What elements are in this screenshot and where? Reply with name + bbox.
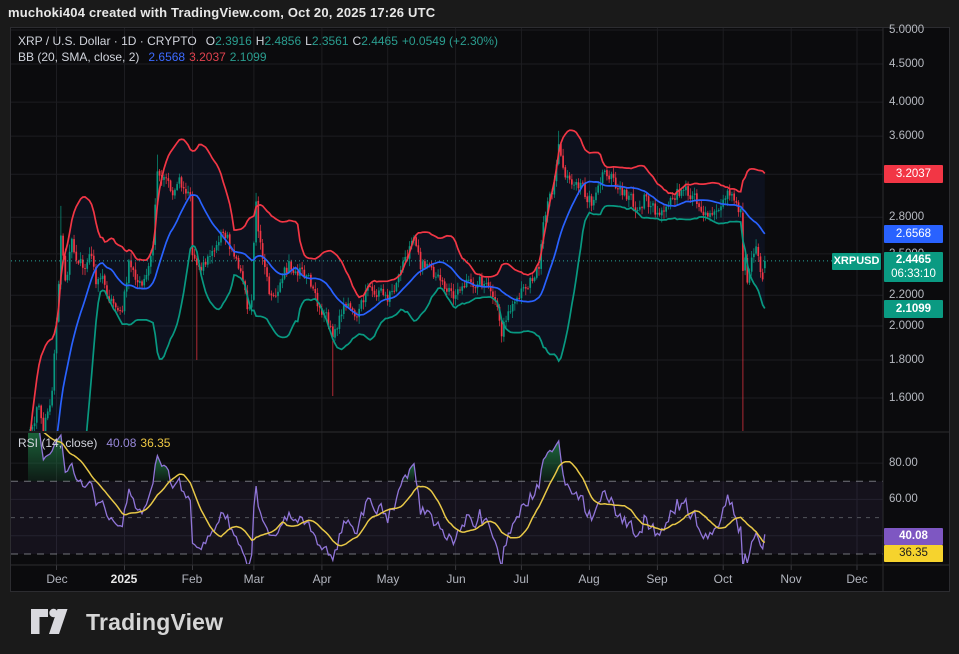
time-tick-label: Apr (290, 572, 354, 587)
last-price-badge: 2.4465 06:33:10 (884, 252, 943, 282)
price-tick-label: 4.5000 (889, 57, 924, 71)
ohlc-high-value: 2.4856 (264, 34, 301, 48)
time-tick-label: Jul (489, 572, 553, 587)
time-tick-label: Nov (759, 572, 823, 587)
change-value: +0.0549 (+2.30%) (402, 34, 498, 48)
last-price-value: 2.4465 (884, 253, 943, 267)
time-tick-label: Feb (160, 572, 224, 587)
bb-legend[interactable]: BB (20, SMA, close, 2) 2.6568 3.2037 2.1099 (18, 50, 267, 64)
rsi-ma-badge: 36.35 (884, 545, 943, 562)
bb-basis-badge: 2.6568 (884, 225, 943, 243)
ohlc-close-value: 2.4465 (361, 34, 398, 48)
price-tick-label: 4.0000 (889, 95, 924, 109)
tradingview-logo-icon (30, 608, 76, 636)
price-tick-label: 1.8000 (889, 353, 924, 367)
bb-upper-badge: 3.2037 (884, 165, 943, 183)
ohlc-open-value: 2.3916 (215, 34, 252, 48)
bar-countdown: 06:33:10 (884, 267, 943, 281)
ohlc-open-key: O (206, 34, 215, 48)
price-tick-label: 2.0000 (889, 319, 924, 333)
tradingview-logo-text: TradingView (86, 609, 223, 636)
rsi-value: 40.08 (106, 436, 136, 450)
ohlc-low-value: 2.3561 (312, 34, 349, 48)
rsi-legend[interactable]: RSI (14, close) 40.08 36.35 (18, 436, 170, 450)
rsi-tick-label: 80.00 (889, 456, 918, 470)
symbol-title: XRP / U.S. Dollar · 1D · CRYPTO (18, 34, 197, 48)
time-tick-label: Jun (424, 572, 488, 587)
ohlc-close-key: C (353, 34, 362, 48)
rsi-tick-label: 60.00 (889, 492, 918, 506)
rsi-value-badge: 40.08 (884, 528, 943, 545)
symbol-price-label-badge: XRPUSD (832, 253, 881, 270)
chart-plot-area[interactable] (0, 0, 959, 654)
time-tick-label: 2025 (92, 572, 156, 587)
price-tick-label: 2.8000 (889, 210, 924, 224)
time-tick-label: Dec (825, 572, 889, 587)
time-tick-label: Mar (222, 572, 286, 587)
bb-basis-value: 2.6568 (148, 50, 185, 64)
rsi-label: RSI (14, close) (18, 436, 97, 450)
tradingview-snapshot-page: muchoki404 created with TradingView.com,… (0, 0, 959, 654)
price-tick-label: 3.6000 (889, 129, 924, 143)
time-tick-label: Dec (25, 572, 89, 587)
rsi-ma-value: 36.35 (140, 436, 170, 450)
ohlc-low-key: L (305, 34, 312, 48)
bb-upper-value: 3.2037 (189, 50, 226, 64)
bb-lower-value: 2.1099 (230, 50, 267, 64)
bb-lower-badge: 2.1099 (884, 300, 943, 318)
tradingview-logo[interactable]: TradingView (30, 608, 223, 636)
time-tick-label: Sep (625, 572, 689, 587)
time-tick-label: Oct (691, 572, 755, 587)
price-tick-label: 1.6000 (889, 391, 924, 405)
attribution-text: muchoki404 created with TradingView.com,… (8, 5, 435, 20)
time-tick-label: Aug (557, 572, 621, 587)
bb-label: BB (20, SMA, close, 2) (18, 50, 139, 64)
symbol-legend[interactable]: XRP / U.S. Dollar · 1D · CRYPTOO2.3916H2… (18, 34, 498, 48)
time-tick-label: May (356, 572, 420, 587)
price-tick-label: 5.0000 (889, 23, 924, 37)
